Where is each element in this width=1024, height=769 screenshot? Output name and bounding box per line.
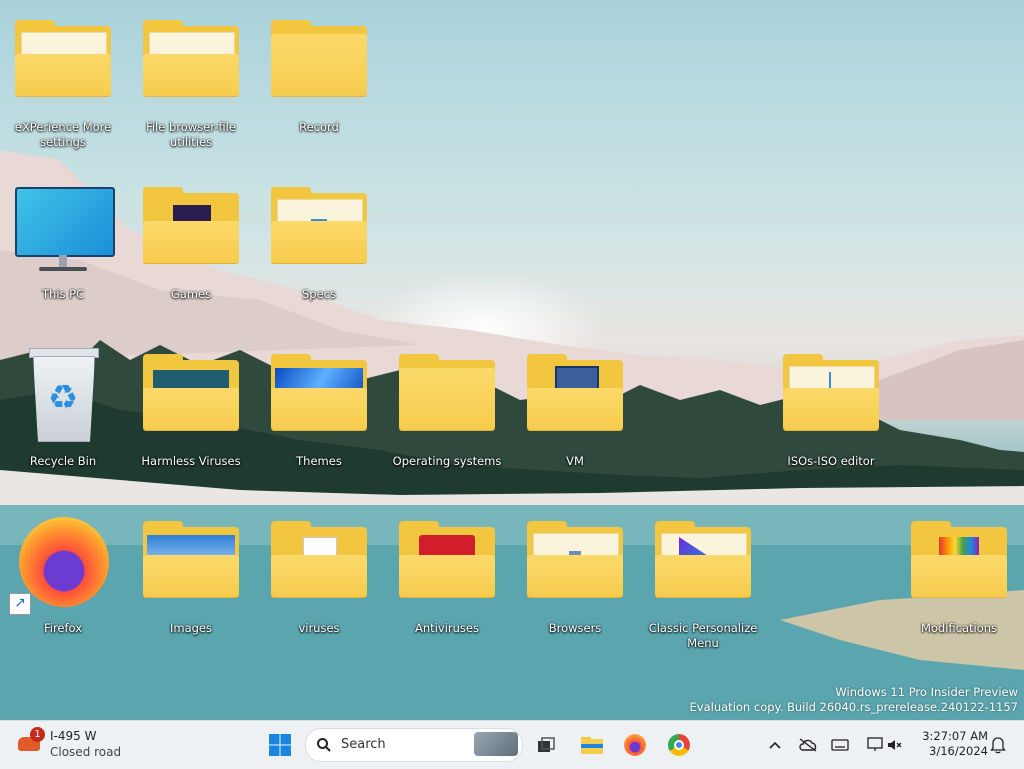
folder-icon xyxy=(143,354,239,438)
weather-title: I-495 W xyxy=(50,729,97,743)
icon-label: This PC xyxy=(41,287,85,301)
folder-icon xyxy=(15,20,111,104)
icon-label: Themes xyxy=(296,454,342,468)
weather-widget[interactable]: 1 I-495 W Closed road xyxy=(14,727,154,763)
start-button[interactable] xyxy=(262,727,298,763)
firefox-icon xyxy=(624,734,646,756)
icon-label: Browsers xyxy=(548,621,602,635)
task-view-icon xyxy=(538,737,555,752)
icon-label: Specs xyxy=(302,287,336,301)
search-placeholder: Search xyxy=(341,737,386,752)
windows-logo-icon xyxy=(269,734,291,756)
shortcut-arrow-icon: ↗ xyxy=(9,593,31,615)
onedrive-button[interactable] xyxy=(792,727,824,763)
chevron-up-icon xyxy=(769,741,781,749)
clock[interactable]: 3:27:07 AM 3/16/2024 xyxy=(914,729,988,759)
watermark-line-2: Evaluation copy. Build 26040.rs_prerelea… xyxy=(689,700,1018,714)
clock-time: 3:27:07 AM xyxy=(922,729,988,743)
weather-subtitle: Closed road xyxy=(50,745,122,759)
icon-label: ISOs-ISO editor xyxy=(787,454,875,468)
folder-icon xyxy=(655,521,751,605)
icon-label: viruses xyxy=(298,621,340,635)
icon-label: Modifications xyxy=(920,621,998,635)
notifications-button[interactable] xyxy=(984,727,1012,763)
icon-label: File browser-file utilities xyxy=(146,120,236,149)
icon-label: Recycle Bin xyxy=(29,454,97,468)
input-indicator-button[interactable] xyxy=(824,727,856,763)
folder-icon xyxy=(143,521,239,605)
chrome-taskbar-button[interactable] xyxy=(661,727,697,763)
folder-icon xyxy=(527,354,623,438)
file-explorer-button[interactable] xyxy=(574,727,610,763)
network-icon xyxy=(867,737,883,751)
folder-icon xyxy=(783,354,879,438)
keyboard-icon xyxy=(831,739,849,751)
recycle-bin-icon: ♻ xyxy=(15,348,111,442)
folder-icon xyxy=(911,521,1007,605)
search-icon xyxy=(317,738,331,752)
network-volume-button[interactable] xyxy=(856,727,912,763)
icon-label: Record xyxy=(299,120,339,134)
icon-label: VM xyxy=(566,454,584,468)
folder-icon xyxy=(399,354,495,438)
icon-label: Images xyxy=(169,621,212,635)
bell-icon xyxy=(990,737,1006,754)
alert-badge: 1 xyxy=(30,727,45,742)
cloud-offline-icon xyxy=(799,738,817,752)
search-box[interactable]: Search xyxy=(305,728,523,762)
folder-icon xyxy=(399,521,495,605)
folder-icon xyxy=(271,354,367,438)
folder-icon xyxy=(143,20,239,104)
search-highlight-icon xyxy=(474,732,518,756)
watermark-line-1: Windows 11 Pro Insider Preview xyxy=(835,685,1018,699)
clock-date: 3/16/2024 xyxy=(929,744,988,758)
monitor-icon xyxy=(15,187,115,271)
icon-label: eXPerience More settings xyxy=(14,120,112,149)
folder-icon xyxy=(271,20,367,104)
volume-muted-icon xyxy=(888,740,902,750)
folder-icon xyxy=(527,521,623,605)
folder-icon xyxy=(271,187,367,271)
folder-icon xyxy=(143,187,239,271)
icon-label: Games xyxy=(170,287,212,301)
file-explorer-icon xyxy=(581,737,603,754)
show-hidden-icons-button[interactable] xyxy=(758,727,792,763)
chrome-icon xyxy=(668,734,690,756)
evaluation-watermark: Windows 11 Pro Insider Preview Evaluatio… xyxy=(690,685,1018,715)
taskbar: 1 I-495 W Closed road Search 3:27:07 AM … xyxy=(0,720,1024,769)
firefox-taskbar-button[interactable] xyxy=(617,727,653,763)
icon-label: Classic Personalize Menu xyxy=(648,621,758,650)
firefox-icon: ↗ xyxy=(9,517,111,615)
icon-label: Harmless Viruses xyxy=(141,454,241,468)
icon-label: Antiviruses xyxy=(415,621,479,635)
icon-label: Operating systems xyxy=(392,454,502,468)
icon-label: Firefox xyxy=(43,621,83,635)
folder-icon xyxy=(271,521,367,605)
task-view-button[interactable] xyxy=(528,727,564,763)
